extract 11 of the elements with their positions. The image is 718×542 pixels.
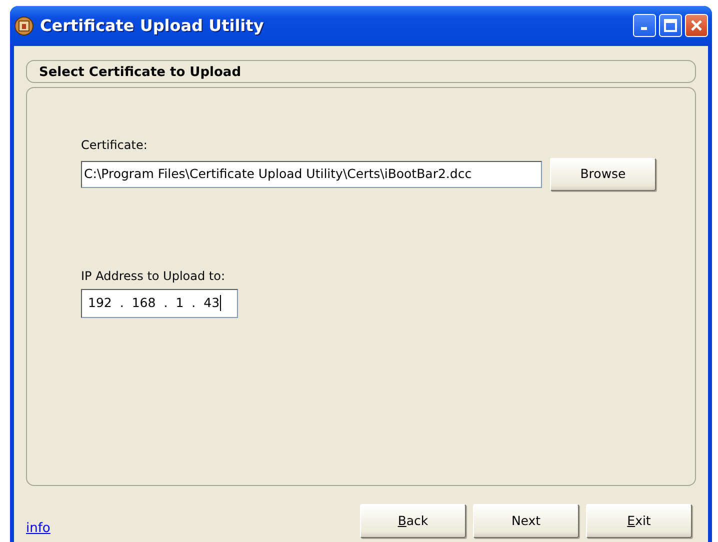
certificate-path-field[interactable]: C:\Program Files\Certificate Upload Utility\Certs\iBootBar2.dcc: [81, 160, 542, 188]
browse-button[interactable]: Browse: [550, 158, 656, 190]
field-label: IP Address to Upload to:: [81, 268, 226, 284]
section-header: Select Certificate to Upload: [26, 60, 696, 82]
info-link[interactable]: info: [26, 518, 50, 538]
dialog-button[interactable]: Next: [473, 504, 579, 538]
dialog-button[interactable]: Back: [360, 504, 466, 538]
ip-address-field[interactable]: 192 . 168 . 1 . 43: [81, 288, 238, 318]
window-title: Certificate Upload Utility: [40, 14, 264, 37]
dialog-button[interactable]: Exit: [586, 504, 692, 538]
field-label: Certificate:: [81, 136, 148, 154]
